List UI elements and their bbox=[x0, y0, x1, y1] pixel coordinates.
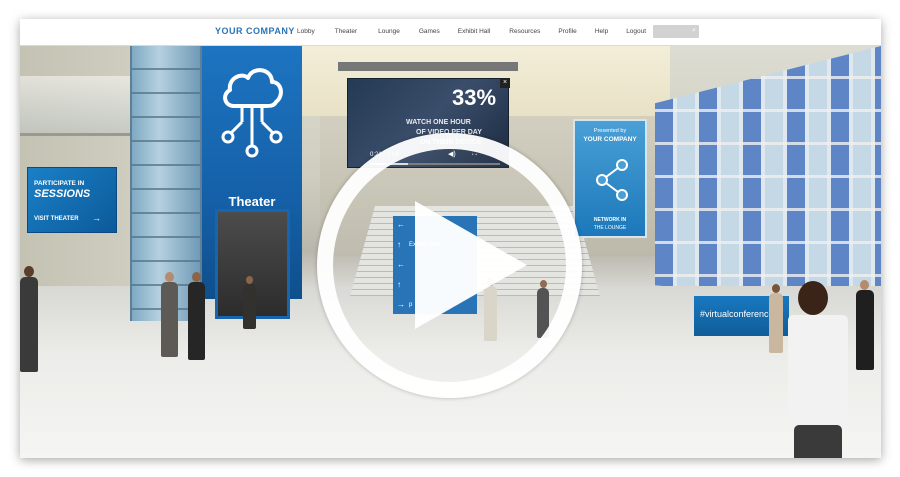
lobby-window: YOUR COMPANY Lobby Theater Lounge Games … bbox=[20, 19, 881, 458]
nav-item-lounge[interactable]: Lounge bbox=[378, 28, 400, 35]
lounge-label: THE LOUNGE bbox=[593, 225, 627, 231]
sessions-sign-line1: PARTICIPATE IN bbox=[34, 180, 85, 187]
nav-item-lobby[interactable]: Lobby bbox=[297, 28, 315, 35]
share-network-icon bbox=[596, 159, 628, 201]
nav-item-games[interactable]: Games bbox=[419, 28, 440, 35]
sessions-sign-line2: SESSIONS bbox=[34, 188, 91, 200]
nav-menu: Lobby Theater Lounge Games Exhibit Hall … bbox=[297, 28, 646, 35]
nav-item-theater[interactable]: Theater bbox=[335, 28, 357, 35]
video-line1: WATCH ONE HOUR bbox=[406, 119, 471, 126]
search-icon[interactable]: ⌕ bbox=[692, 27, 696, 35]
search-input[interactable]: ⌕ bbox=[653, 25, 699, 38]
cloud-network-icon bbox=[221, 68, 283, 158]
balcony bbox=[20, 76, 130, 136]
play-video-button[interactable] bbox=[317, 133, 582, 398]
visit-theater-link[interactable]: VISIT THEATER bbox=[34, 216, 79, 222]
nav-item-exhibit-hall[interactable]: Exhibit Hall bbox=[458, 28, 491, 35]
nav-item-profile[interactable]: Profile bbox=[558, 28, 576, 35]
screen-truss bbox=[338, 62, 518, 71]
window-wall bbox=[655, 46, 881, 306]
nav-item-logout[interactable]: Logout bbox=[626, 28, 646, 35]
desk-hashtag: #virtualconference bbox=[700, 309, 774, 319]
network-lounge-sign[interactable]: Presented by YOUR COMPANY NETWORK IN THE… bbox=[573, 119, 647, 238]
presented-by-label: Presented by bbox=[593, 128, 627, 134]
network-label: NETWORK IN bbox=[593, 217, 627, 223]
arrow-right-icon: → bbox=[92, 213, 101, 223]
theater-label: Theater bbox=[228, 194, 276, 209]
video-headline: 33% bbox=[452, 85, 497, 110]
top-navigation: YOUR COMPANY Lobby Theater Lounge Games … bbox=[20, 19, 881, 46]
company-logo[interactable]: YOUR COMPANY bbox=[215, 26, 295, 36]
nav-item-help[interactable]: Help bbox=[595, 28, 608, 35]
sponsor-name: YOUR COMPANY bbox=[583, 136, 637, 143]
lobby-scene: Theater PARTICIPATE IN SESSIONS VISIT TH… bbox=[20, 46, 881, 458]
sessions-sign[interactable]: PARTICIPATE IN SESSIONS VISIT THEATER → bbox=[27, 167, 117, 233]
nav-item-resources[interactable]: Resources bbox=[509, 28, 540, 35]
close-icon[interactable]: × bbox=[500, 78, 510, 88]
play-icon bbox=[415, 201, 527, 329]
